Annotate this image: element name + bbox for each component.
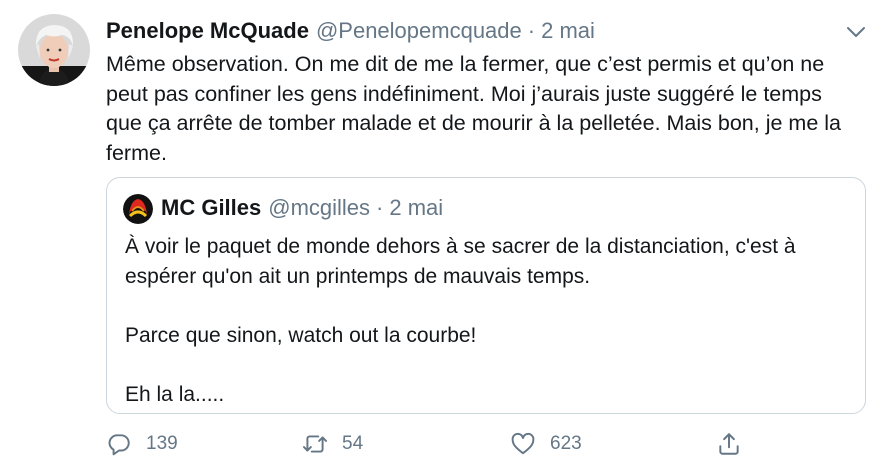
avatar-photo-icon: [18, 14, 90, 86]
like-button[interactable]: 623: [510, 428, 582, 460]
author-handle[interactable]: @Penelopemcquade: [316, 18, 522, 44]
quoted-author-name: MC Gilles: [161, 195, 262, 220]
share-icon: [719, 433, 739, 455]
quoted-paragraph: À voir le paquet de monde dehors à se sa…: [125, 235, 796, 288]
quoted-date: 2 mai: [389, 195, 444, 220]
chevron-down-icon: [847, 27, 865, 37]
author-avatar[interactable]: [18, 14, 90, 86]
like-count: 623: [550, 433, 582, 454]
tweet-date[interactable]: 2 mai: [541, 18, 595, 44]
quoted-header-separator: ·: [376, 195, 384, 220]
reply-button[interactable]: 139: [106, 428, 178, 460]
quoted-paragraph: Eh la la.....: [125, 382, 225, 406]
share-button[interactable]: [716, 428, 742, 460]
header-separator: ·: [527, 18, 536, 43]
mc-gilles-logo-icon: [123, 194, 153, 224]
retweet-button[interactable]: 54: [302, 428, 363, 460]
quoted-author-handle: @mcgilles: [268, 195, 371, 220]
retweet-count: 54: [342, 433, 364, 454]
tweet-text: Même observation. On me dit de me la fer…: [106, 52, 841, 165]
quoted-avatar[interactable]: [123, 194, 153, 224]
quoted-text: À voir le paquet de monde dehors à se sa…: [125, 232, 855, 439]
heart-icon: [511, 432, 535, 455]
quoted-header: MC Gilles @mcgilles · 2 mai: [161, 195, 443, 221]
reply-count: 139: [146, 433, 178, 454]
quoted-paragraph: Parce que sinon, watch out la courbe!: [125, 323, 477, 347]
tweet-header: Penelope McQuade @Penelopemcquade · 2 ma…: [106, 18, 824, 48]
tweet-actions: 139 54 623: [106, 428, 866, 460]
author-name[interactable]: Penelope McQuade: [106, 18, 309, 44]
tweet: Penelope McQuade @Penelopemcquade · 2 ma…: [0, 0, 884, 472]
retweet-icon: [302, 435, 328, 453]
quoted-tweet[interactable]: MC Gilles @mcgilles · 2 mai À voir le pa…: [106, 177, 866, 414]
tweet-menu-button[interactable]: [844, 20, 868, 44]
reply-icon: [108, 434, 130, 456]
